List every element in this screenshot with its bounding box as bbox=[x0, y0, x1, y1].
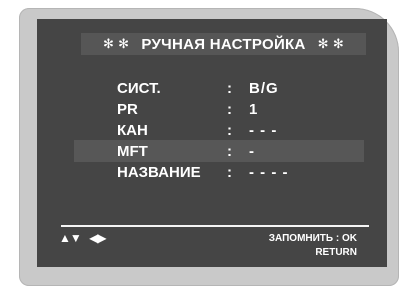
return-hint: RETURN bbox=[315, 247, 357, 258]
row-value: - - - bbox=[249, 122, 278, 139]
menu-row-program[interactable]: PR : 1 bbox=[74, 98, 364, 120]
row-separator: : bbox=[227, 101, 232, 118]
row-separator: : bbox=[227, 143, 232, 160]
menu-row-system[interactable]: СИСТ. : B/G bbox=[74, 77, 364, 99]
menu-row-mft[interactable]: MFT : - bbox=[74, 140, 364, 162]
navigation-hint: ▲▼ ◀▶ bbox=[59, 231, 107, 245]
footer-divider bbox=[61, 225, 369, 227]
title-star-right-2: ✻ bbox=[332, 36, 345, 51]
osd-screen: ✻ ✻ РУЧНАЯ НАСТРОЙКА ✻ ✻ СИСТ. : B/G PR … bbox=[37, 19, 387, 267]
row-value: 1 bbox=[249, 101, 259, 118]
menu-row-name[interactable]: НАЗВАНИЕ : - - - - bbox=[74, 161, 364, 183]
row-label: MFT bbox=[117, 143, 148, 160]
save-hint: ЗАПОМНИТЬ : OK bbox=[268, 233, 357, 244]
button-hints: ЗАПОМНИТЬ : OK RETURN bbox=[269, 232, 357, 260]
menu-title: РУЧНАЯ НАСТРОЙКА bbox=[141, 35, 306, 53]
up-down-arrows-icon: ▲▼ bbox=[59, 231, 82, 245]
title-star-left-2: ✻ bbox=[118, 36, 130, 51]
row-value: - bbox=[249, 143, 255, 160]
row-separator: : bbox=[227, 122, 232, 139]
row-label: НАЗВАНИЕ bbox=[117, 164, 201, 181]
row-label: КАН bbox=[117, 122, 148, 139]
row-value: B/G bbox=[249, 80, 279, 97]
title-star-left-1: ✻ bbox=[102, 36, 115, 51]
row-label: PR bbox=[117, 101, 138, 118]
left-right-arrows-icon: ◀▶ bbox=[89, 231, 106, 245]
row-separator: : bbox=[227, 80, 232, 97]
menu-title-bar: ✻ ✻ РУЧНАЯ НАСТРОЙКА ✻ ✻ bbox=[81, 33, 366, 55]
menu-row-channel[interactable]: КАН : - - - bbox=[74, 119, 364, 141]
row-value: - - - - bbox=[249, 164, 289, 181]
row-separator: : bbox=[227, 164, 232, 181]
row-label: СИСТ. bbox=[117, 80, 161, 97]
title-star-right-1: ✻ bbox=[317, 36, 329, 51]
